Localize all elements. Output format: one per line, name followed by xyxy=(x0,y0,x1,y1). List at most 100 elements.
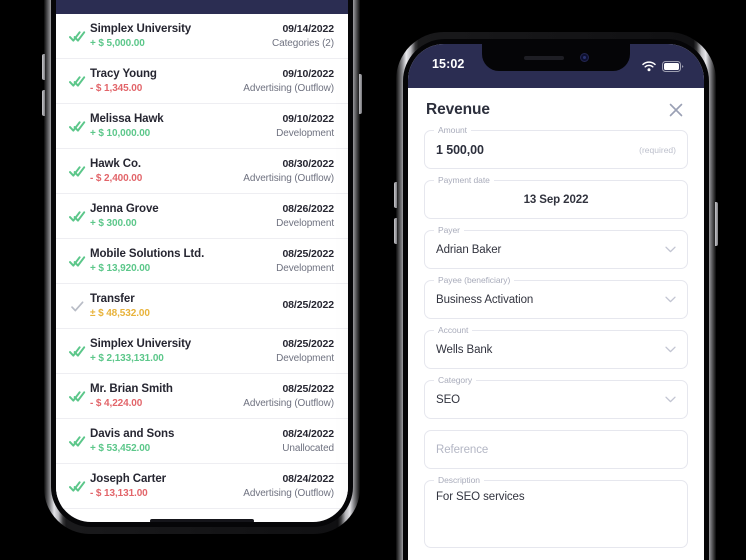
transaction-row[interactable]: Mobile Solutions Ltd. + $ 13,920.00 08/2… xyxy=(56,239,348,284)
transaction-main: Mobile Solutions Ltd. + $ 13,920.00 xyxy=(90,248,270,274)
transaction-category: Development xyxy=(276,263,334,274)
payment-date-label: Payment date xyxy=(434,175,494,185)
payee-beneficiary-value: Business Activation xyxy=(436,293,534,306)
account-label: Account xyxy=(434,325,473,335)
description-value: For SEO services xyxy=(436,491,525,503)
speaker-grille-icon xyxy=(523,55,564,60)
transaction-category: Unallocated xyxy=(282,443,334,454)
transaction-body: Hawk Co. - $ 2,400.00 08/30/2022 Adverti… xyxy=(90,158,334,184)
transaction-row[interactable]: Simplex University + $ 2,133,131.00 08/2… xyxy=(56,329,348,374)
check-double-icon xyxy=(64,435,90,448)
transaction-row[interactable]: Hawk Co. - $ 2,400.00 08/30/2022 Adverti… xyxy=(56,149,348,194)
transaction-row[interactable]: Transfer ± $ 48,532.00 08/25/2022 xyxy=(56,284,348,329)
check-double-icon xyxy=(64,30,90,43)
transaction-amount: - $ 13,131.00 xyxy=(90,488,148,499)
transaction-body: Tracy Young - $ 1,345.00 09/10/2022 Adve… xyxy=(90,68,334,94)
transaction-category: Categories (2) xyxy=(272,38,334,49)
transaction-date: 08/24/2022 xyxy=(282,473,334,485)
wifi-icon xyxy=(642,59,656,77)
transaction-meta: 08/25/2022 xyxy=(276,299,334,314)
transaction-amount: - $ 1,345.00 xyxy=(90,83,143,94)
transaction-amount: + $ 53,452.00 xyxy=(90,443,151,454)
transactions-list[interactable]: Simplex University + $ 5,000.00 09/14/20… xyxy=(56,14,348,509)
account-field[interactable]: Account Wells Bank xyxy=(424,325,688,369)
payment-date-field[interactable]: Payment date 13 Sep 2022 xyxy=(424,175,688,219)
transaction-amount: + $ 13,920.00 xyxy=(90,263,151,274)
payer-label: Payer xyxy=(434,225,464,235)
transaction-meta: 09/10/2022 Advertising (Outflow) xyxy=(237,68,334,94)
transaction-category: Development xyxy=(276,353,334,364)
transaction-name: Jenna Grove xyxy=(90,203,159,215)
category-value: SEO xyxy=(436,393,460,406)
transaction-main: Melissa Hawk + $ 10,000.00 xyxy=(90,113,270,139)
description-field[interactable]: Description For SEO services xyxy=(424,475,688,548)
home-indicator[interactable] xyxy=(150,519,254,522)
transaction-row[interactable]: Joseph Carter - $ 13,131.00 08/24/2022 A… xyxy=(56,464,348,509)
transaction-name: Tracy Young xyxy=(90,68,157,80)
revenue-form-sheet: Revenue Amount 1 500,00 (required) Payment … xyxy=(408,88,704,560)
transaction-category: Advertising (Outflow) xyxy=(243,398,334,409)
transaction-row[interactable]: Simplex University + $ 5,000.00 09/14/20… xyxy=(56,14,348,59)
power-button-right[interactable] xyxy=(715,202,718,246)
transaction-category: Development xyxy=(276,128,334,139)
amount-field[interactable]: Amount 1 500,00 (required) xyxy=(424,125,688,169)
transaction-body: Jenna Grove + $ 300.00 08/26/2022 Develo… xyxy=(90,203,334,229)
status-bar-icons xyxy=(642,59,684,77)
reference-placeholder: Reference xyxy=(436,443,489,456)
payee-beneficiary-field[interactable]: Payee (beneficiary) Business Activation xyxy=(424,275,688,319)
transaction-amount: ± $ 48,532.00 xyxy=(90,308,150,319)
transaction-row[interactable]: Tracy Young - $ 1,345.00 09/10/2022 Adve… xyxy=(56,59,348,104)
transaction-name: Mobile Solutions Ltd. xyxy=(90,248,205,260)
transaction-body: Simplex University + $ 5,000.00 09/14/20… xyxy=(90,23,334,49)
volume-up-button[interactable] xyxy=(42,54,45,80)
chevron-down-icon[interactable] xyxy=(665,296,676,303)
transaction-name: Hawk Co. xyxy=(90,158,141,170)
transaction-name: Transfer xyxy=(90,293,135,305)
transaction-meta: 08/30/2022 Advertising (Outflow) xyxy=(237,158,334,184)
chevron-down-icon[interactable] xyxy=(665,396,676,403)
volume-down-button[interactable] xyxy=(42,90,45,116)
transaction-category: Advertising (Outflow) xyxy=(243,83,334,94)
transaction-amount: + $ 2,133,131.00 xyxy=(90,353,164,364)
transaction-row[interactable]: Melissa Hawk + $ 10,000.00 09/10/2022 De… xyxy=(56,104,348,149)
transaction-body: Joseph Carter - $ 13,131.00 08/24/2022 A… xyxy=(90,473,334,499)
transaction-date: 08/26/2022 xyxy=(282,203,334,215)
payer-value: Adrian Baker xyxy=(436,243,502,256)
transaction-body: Mr. Brian Smith - $ 4,224.00 08/25/2022 … xyxy=(90,383,334,409)
chevron-down-icon[interactable] xyxy=(665,246,676,253)
transaction-row[interactable]: Mr. Brian Smith - $ 4,224.00 08/25/2022 … xyxy=(56,374,348,419)
transaction-row[interactable]: Davis and Sons + $ 53,452.00 08/24/2022 … xyxy=(56,419,348,464)
check-double-icon xyxy=(64,480,90,493)
amount-label: Amount xyxy=(434,125,471,135)
transaction-date: 08/25/2022 xyxy=(282,248,334,260)
check-double-icon xyxy=(64,120,90,133)
power-button[interactable] xyxy=(359,74,362,114)
transaction-meta: 08/24/2022 Advertising (Outflow) xyxy=(237,473,334,499)
transaction-amount: + $ 5,000.00 xyxy=(90,38,145,49)
close-icon[interactable] xyxy=(666,100,686,120)
check-single-icon xyxy=(64,300,90,313)
chevron-down-icon[interactable] xyxy=(665,346,676,353)
transaction-main: Jenna Grove + $ 300.00 xyxy=(90,203,270,229)
account-value: Wells Bank xyxy=(436,343,493,356)
battery-full-icon xyxy=(662,59,684,77)
transaction-meta: 08/25/2022 Development xyxy=(270,248,334,274)
transaction-category: Development xyxy=(276,218,334,229)
left-phone-screen: Simplex University + $ 5,000.00 09/14/20… xyxy=(56,0,348,522)
volume-up-button-right[interactable] xyxy=(394,182,397,208)
reference-field[interactable]: Reference xyxy=(424,430,688,469)
transaction-meta: 09/14/2022 Categories (2) xyxy=(266,23,334,49)
transaction-date: 08/25/2022 xyxy=(282,383,334,395)
transaction-name: Joseph Carter xyxy=(90,473,167,485)
transaction-main: Hawk Co. - $ 2,400.00 xyxy=(90,158,237,184)
payer-field[interactable]: Payer Adrian Baker xyxy=(424,225,688,269)
transaction-date: 08/25/2022 xyxy=(282,298,334,311)
sheet-header: Revenue xyxy=(408,88,704,128)
transaction-name: Simplex University xyxy=(90,338,192,350)
category-field[interactable]: Category SEO xyxy=(424,375,688,419)
volume-down-button-right[interactable] xyxy=(394,218,397,244)
payee-beneficiary-label: Payee (beneficiary) xyxy=(434,275,515,285)
check-double-icon xyxy=(64,255,90,268)
transaction-row[interactable]: Jenna Grove + $ 300.00 08/26/2022 Develo… xyxy=(56,194,348,239)
transaction-amount: + $ 300.00 xyxy=(90,218,137,229)
